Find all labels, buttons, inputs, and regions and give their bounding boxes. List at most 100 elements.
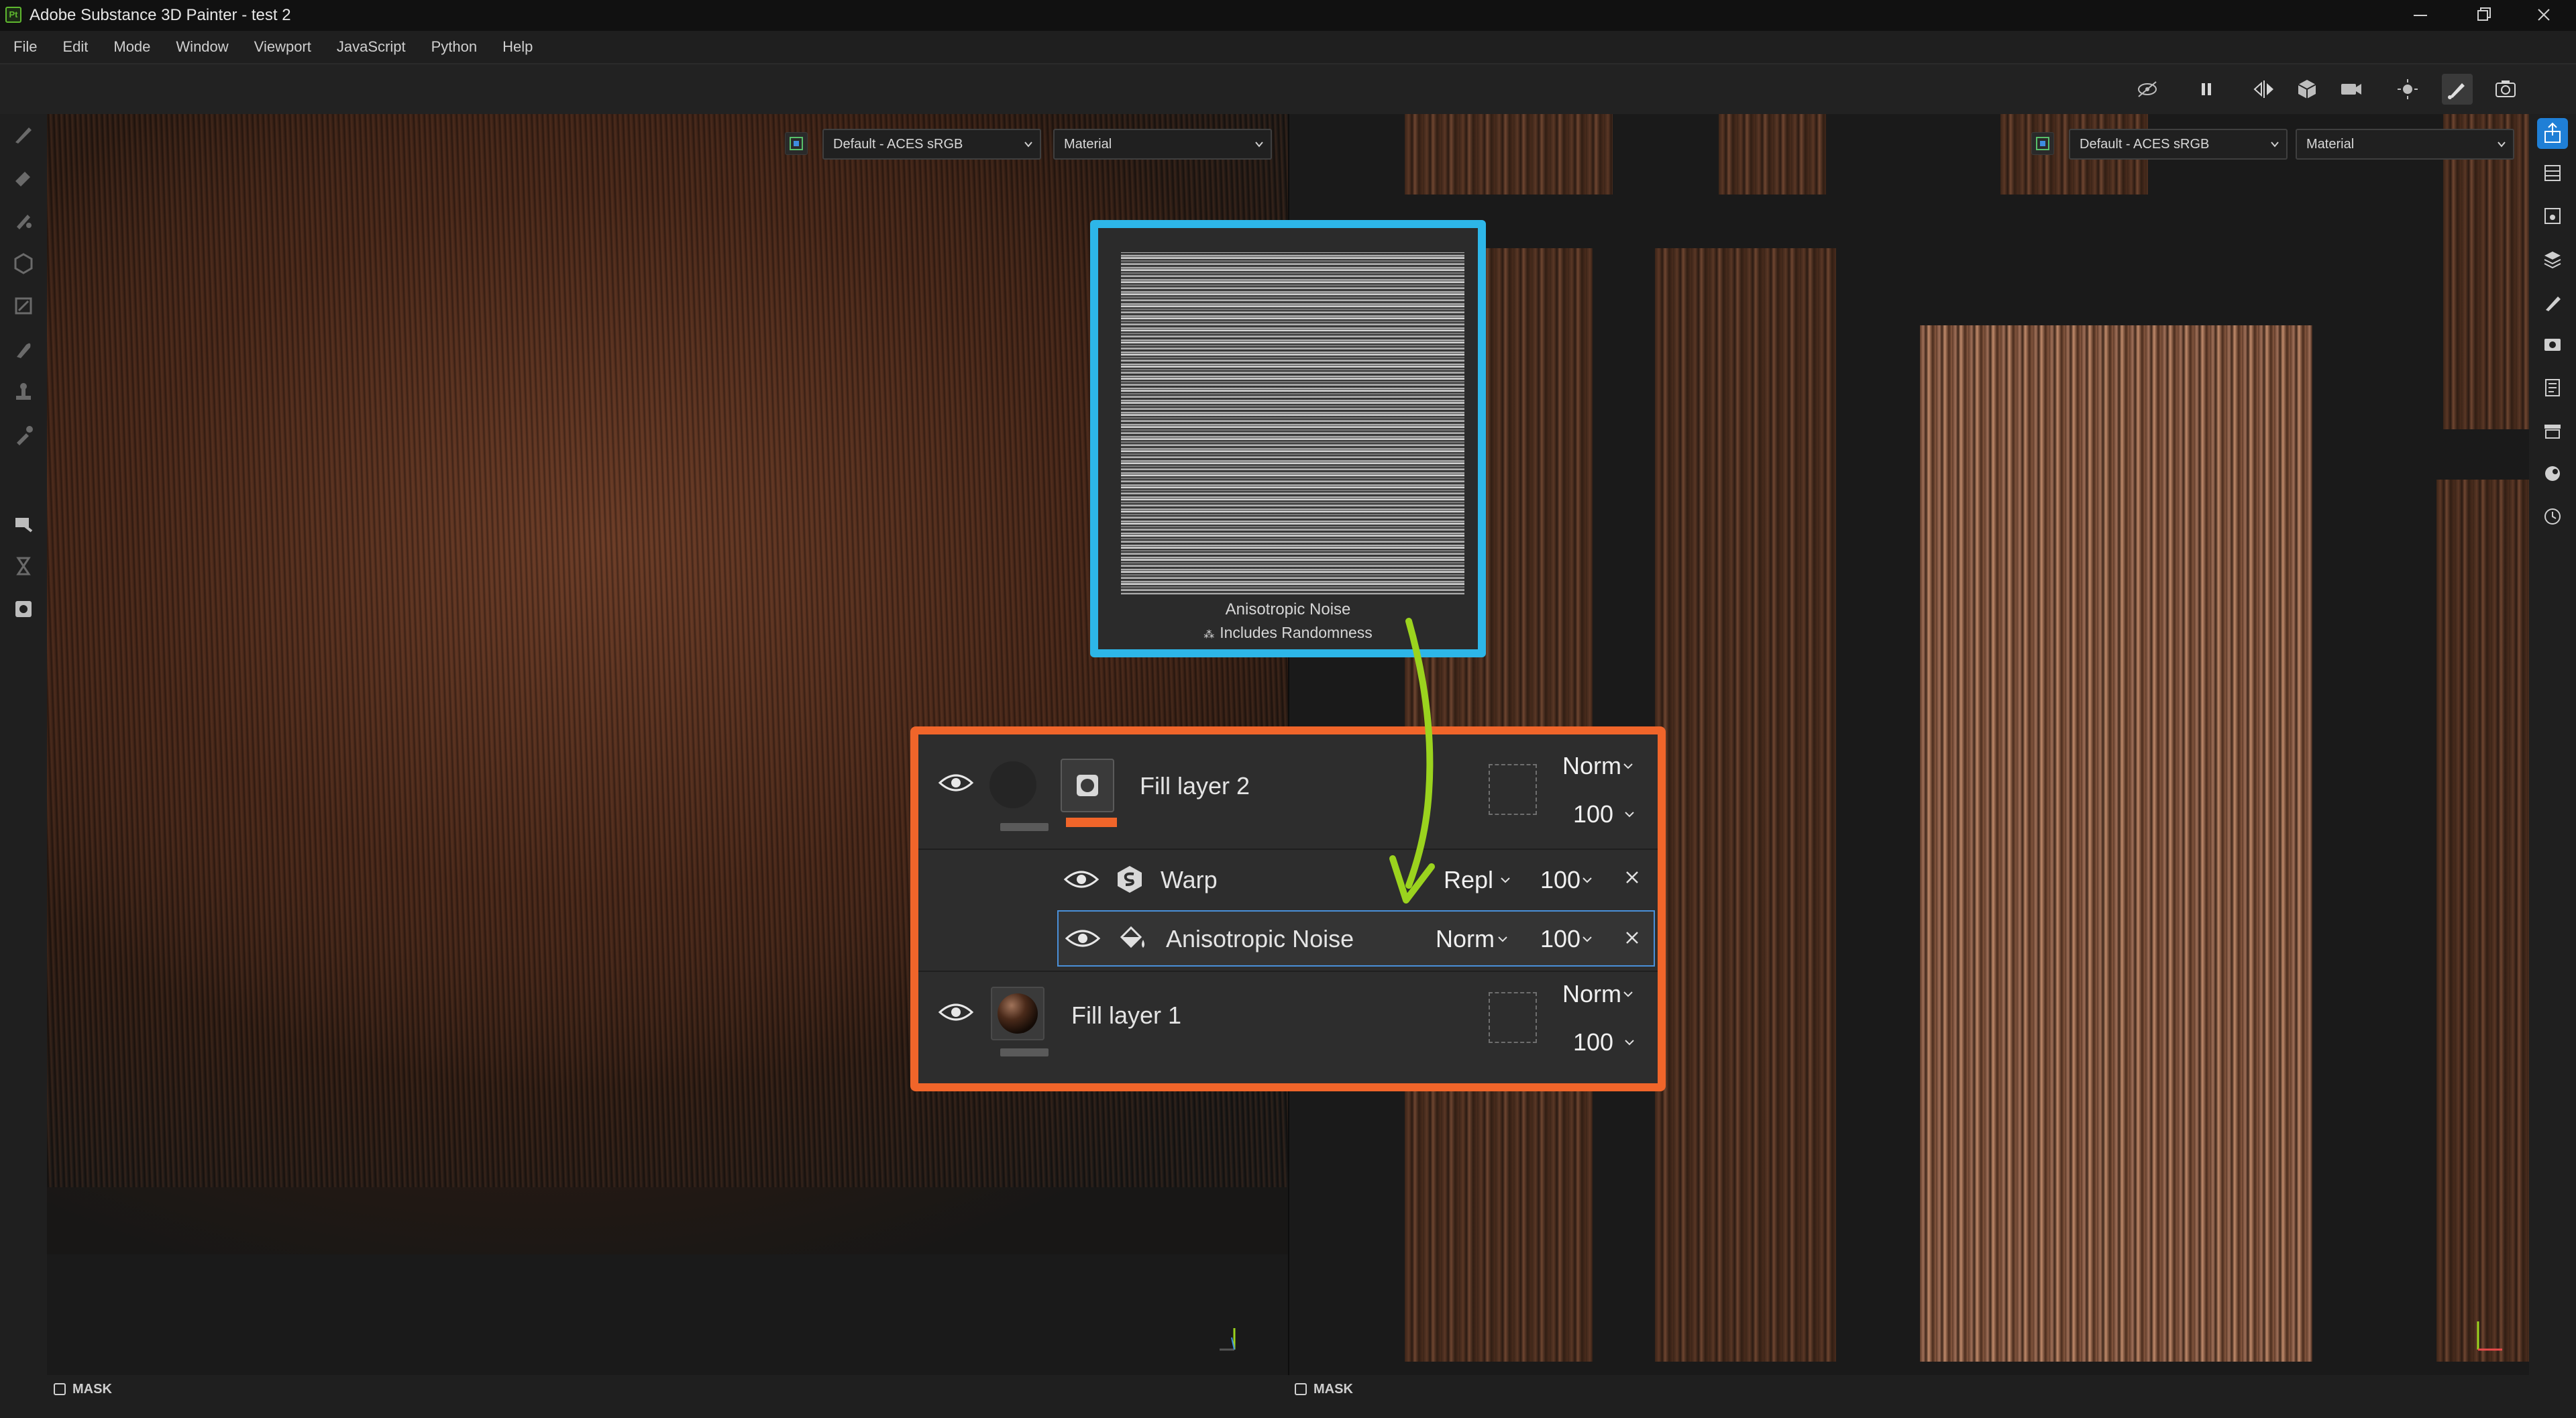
remove-effect-button[interactable] xyxy=(1622,867,1642,887)
fill1-color-swatch xyxy=(1000,1048,1049,1056)
layer-stack-panel: Fill layer 2 Norm 100 Warp Repl 100 Anis… xyxy=(910,726,1666,1091)
fill1-material-thumb xyxy=(991,987,1044,1040)
polygon-fill-icon[interactable] xyxy=(11,294,36,318)
blend-mode-dropdown[interactable]: Repl xyxy=(1444,866,1516,894)
display-settings-icon[interactable] xyxy=(2540,333,2565,357)
colorspace-value: Default - ACES sRGB xyxy=(833,137,963,152)
chevron-down-icon xyxy=(1024,142,1032,148)
opacity-dropdown[interactable]: 100 xyxy=(1573,800,1636,828)
effect-row-warp[interactable]: Warp Repl 100 xyxy=(1057,850,1655,909)
colorspace-dropdown-2d[interactable]: Default - ACES sRGB xyxy=(2069,129,2288,160)
opacity-dropdown[interactable]: 100 xyxy=(1540,925,1597,953)
hourglass-icon[interactable] xyxy=(11,554,36,578)
visibility-eye-icon[interactable] xyxy=(1063,866,1100,893)
menu-mode[interactable]: Mode xyxy=(113,38,150,56)
chevron-down-icon xyxy=(2271,142,2279,148)
drag-arrow-annotation xyxy=(1362,617,1449,912)
pause-icon[interactable] xyxy=(2191,74,2222,105)
menu-bar: File Edit Mode Window Viewport JavaScrip… xyxy=(0,31,2576,64)
history-icon[interactable] xyxy=(2540,504,2565,529)
effect-row-anisotropic-noise[interactable]: Anisotropic Noise Norm 100 xyxy=(1057,910,1655,967)
layer-name[interactable]: Fill layer 2 xyxy=(1140,772,1250,800)
app-logo-icon: Pt xyxy=(5,7,21,23)
chevron-down-icon xyxy=(1625,812,1634,818)
paint-brush-icon[interactable] xyxy=(11,122,36,146)
chevron-down-icon xyxy=(1623,763,1633,769)
warp-filter-icon xyxy=(1115,865,1144,894)
fill-bucket-icon xyxy=(1116,922,1148,955)
paint-mode-icon[interactable] xyxy=(2442,74,2473,105)
viewer-settings-icon[interactable] xyxy=(2540,376,2565,400)
color-picker-icon[interactable] xyxy=(11,423,36,447)
minimize-button[interactable] xyxy=(2388,0,2453,31)
blend-mode-dropdown[interactable]: Norm xyxy=(1562,980,1635,1008)
layer-row-fill1[interactable]: Fill layer 1 Norm 100 xyxy=(918,972,1658,1083)
channel-dropdown-2d[interactable]: Material xyxy=(2296,129,2514,160)
menu-window[interactable]: Window xyxy=(176,38,228,56)
shelf-icon[interactable] xyxy=(2540,419,2565,443)
viewport-settings-icon[interactable] xyxy=(2031,132,2054,155)
opacity-dropdown[interactable]: 100 xyxy=(1573,1028,1636,1056)
layer-name[interactable]: Fill layer 1 xyxy=(1071,1001,1181,1030)
texture-set-list-icon[interactable] xyxy=(2540,161,2565,185)
mask-toggle-3d[interactable]: MASK xyxy=(54,1379,112,1399)
menu-help[interactable]: Help xyxy=(502,38,533,56)
mask-label: MASK xyxy=(1313,1381,1353,1397)
uv-island xyxy=(1719,114,1826,195)
projection-icon[interactable] xyxy=(11,208,36,232)
menu-edit[interactable]: Edit xyxy=(62,38,88,56)
camera-icon[interactable] xyxy=(2336,74,2367,105)
menu-python[interactable]: Python xyxy=(431,38,478,56)
export-icon[interactable] xyxy=(2537,118,2568,149)
clone-stamp-icon[interactable] xyxy=(11,380,36,404)
environment-icon[interactable] xyxy=(2540,461,2565,486)
layers-icon[interactable] xyxy=(2540,247,2565,271)
uv-island xyxy=(2443,114,2529,429)
menu-file[interactable]: File xyxy=(13,38,37,56)
restore-button[interactable] xyxy=(2450,0,2514,31)
uv-island xyxy=(1655,248,1836,1362)
left-tool-strip xyxy=(0,114,47,1418)
mask-placeholder xyxy=(1489,764,1537,815)
smudge-icon[interactable] xyxy=(11,337,36,361)
visibility-eye-icon[interactable] xyxy=(1064,925,1102,952)
channel-dropdown-3d[interactable]: Material xyxy=(1053,129,1272,160)
mask-toggle-2d[interactable]: MASK xyxy=(1295,1379,1353,1399)
menu-viewport[interactable]: Viewport xyxy=(254,38,311,56)
screenshot-icon[interactable] xyxy=(2490,74,2521,105)
mask-checkbox-icon xyxy=(1295,1383,1307,1395)
channel-value: Material xyxy=(1064,137,1112,152)
viewport-settings-icon[interactable] xyxy=(785,132,808,155)
brush-properties-icon[interactable] xyxy=(2540,290,2565,314)
visibility-eye-icon[interactable] xyxy=(937,999,975,1026)
blend-mode-dropdown[interactable]: Norm xyxy=(1562,752,1635,780)
layer-mask-thumbnail[interactable] xyxy=(1061,759,1114,812)
opacity-dropdown[interactable]: 100 xyxy=(1540,866,1597,894)
texture-set-icon[interactable] xyxy=(11,597,36,621)
fill2-material-thumb xyxy=(989,761,1036,808)
blend-mode-dropdown[interactable]: Norm xyxy=(1436,925,1512,953)
fill2-color-swatch xyxy=(1000,823,1049,831)
mask-selected-indicator xyxy=(1066,818,1117,827)
hide-ui-icon[interactable] xyxy=(2132,74,2163,105)
texture-set-settings-icon[interactable] xyxy=(2540,204,2565,228)
close-window-button[interactable] xyxy=(2512,0,2576,31)
remove-effect-button[interactable] xyxy=(1622,928,1642,948)
viewport-floor xyxy=(47,1254,1288,1375)
geometry-fill-icon[interactable] xyxy=(11,251,36,275)
lighting-icon[interactable] xyxy=(2392,74,2423,105)
eraser-icon[interactable] xyxy=(11,165,36,189)
visibility-eye-icon[interactable] xyxy=(937,769,975,796)
display-mode-icon[interactable] xyxy=(2292,74,2322,105)
channel-value: Material xyxy=(2306,137,2355,152)
opacity-value: 100 xyxy=(1540,925,1581,952)
bake-icon[interactable] xyxy=(11,511,36,535)
colorspace-dropdown-3d[interactable]: Default - ACES sRGB xyxy=(822,129,1041,160)
anisotropic-noise-thumbnail xyxy=(1121,252,1464,594)
menu-javascript[interactable]: JavaScript xyxy=(337,38,406,56)
top-toolbar xyxy=(0,64,2576,114)
chevron-down-icon xyxy=(1625,1040,1634,1046)
symmetry-icon[interactable] xyxy=(2249,74,2279,105)
chevron-down-icon xyxy=(1255,142,1263,148)
chevron-down-icon xyxy=(1501,877,1510,883)
